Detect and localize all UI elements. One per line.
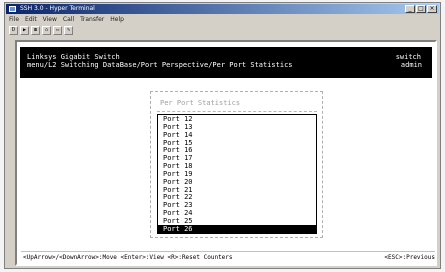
nav-hint: <UpArrow>/<DownArrow>:Move <Enter>:View … — [23, 254, 233, 261]
list-item[interactable]: Port 22 — [158, 193, 316, 202]
menu-help[interactable]: Help — [110, 15, 124, 24]
list-item[interactable]: Port 19 — [158, 170, 316, 178]
list-item[interactable]: Port 13 — [158, 123, 316, 131]
host-label: switch — [395, 53, 421, 61]
list-item[interactable]: Port 15 — [158, 139, 316, 147]
title-bar[interactable]: SSH 3.0 - Hyper Terminal _ □ × — [6, 4, 439, 14]
escape-hint: <ESC>:Previous — [384, 254, 435, 261]
panel-title: Per Port Statistics — [160, 99, 241, 107]
properties-icon[interactable]: ✎ — [64, 26, 74, 35]
minimize-button[interactable]: _ — [405, 5, 415, 13]
open-icon[interactable]: ▶ — [20, 26, 30, 35]
list-item[interactable]: Port 24 — [158, 209, 316, 217]
menu-bar: File Edit View Call Transfer Help — [9, 15, 124, 24]
menu-edit[interactable]: Edit — [25, 15, 37, 24]
list-item[interactable]: Port 20 — [158, 178, 316, 186]
toolbar: D ▶ ☎ ⌂ ▭ ✎ — [9, 25, 74, 36]
maximize-button[interactable]: □ — [416, 5, 426, 13]
send-icon[interactable]: ▭ — [53, 26, 63, 35]
menu-path: menu/L2 Switching DataBase/Port Perspect… — [27, 61, 293, 69]
list-item[interactable]: Port 14 — [158, 131, 316, 139]
app-icon — [9, 6, 16, 12]
device-name: Linksys Gigabit Switch — [27, 53, 120, 61]
window-title: SSH 3.0 - Hyper Terminal — [20, 5, 95, 12]
terminal-header: Linksys Gigabit Switch menu/L2 Switching… — [20, 47, 432, 78]
list-item[interactable]: Port 18 — [158, 162, 316, 170]
menu-transfer[interactable]: Transfer — [80, 15, 104, 24]
new-icon[interactable]: D — [9, 26, 19, 35]
disconnect-icon[interactable]: ⌂ — [42, 26, 52, 35]
call-icon[interactable]: ☎ — [31, 26, 41, 35]
list-item[interactable]: Port 23 — [158, 201, 316, 209]
close-button[interactable]: × — [427, 5, 437, 13]
list-item-selected[interactable]: Port 26 — [158, 224, 316, 233]
terminal-window: SSH 3.0 - Hyper Terminal _ □ × File Edit… — [4, 2, 441, 269]
status-footer: <UpArrow>/<DownArrow>:Move <Enter>:View … — [21, 251, 435, 264]
list-item[interactable]: Port 12 — [158, 115, 316, 123]
menu-call[interactable]: Call — [63, 15, 74, 24]
port-list[interactable]: Port 12 Port 13 Port 14 Port 15 Port 16 … — [157, 114, 317, 234]
panel-divider — [157, 111, 317, 112]
list-item[interactable]: Port 16 — [158, 146, 316, 154]
list-item[interactable]: Port 25 — [158, 217, 316, 225]
user-label: admin — [400, 61, 422, 69]
list-item[interactable]: Port 17 — [158, 154, 316, 162]
list-item[interactable]: Port 21 — [158, 186, 316, 194]
menu-view[interactable]: View — [43, 15, 57, 24]
menu-file[interactable]: File — [9, 15, 19, 24]
terminal-screen[interactable]: Linksys Gigabit Switch menu/L2 Switching… — [15, 40, 437, 266]
